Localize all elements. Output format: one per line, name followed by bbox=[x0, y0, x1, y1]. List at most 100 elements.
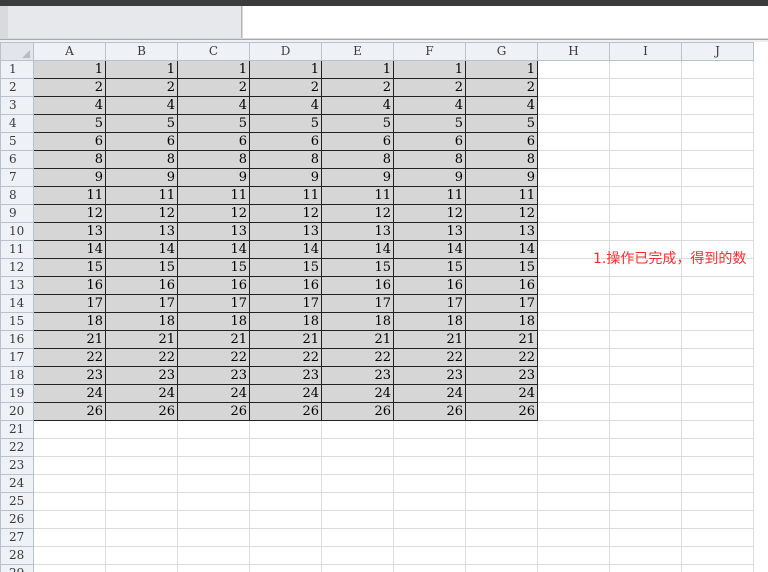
cell-a15[interactable]: 18 bbox=[33, 312, 106, 331]
cell-b20[interactable]: 26 bbox=[105, 402, 178, 421]
row-header[interactable]: 12 bbox=[0, 258, 34, 277]
cell-a17[interactable]: 22 bbox=[33, 348, 106, 367]
cell-c14[interactable]: 17 bbox=[177, 294, 250, 313]
empty-cell[interactable] bbox=[465, 456, 538, 475]
empty-cell[interactable] bbox=[681, 114, 754, 133]
empty-cell[interactable] bbox=[609, 564, 682, 572]
empty-cell[interactable] bbox=[537, 204, 610, 223]
empty-cell[interactable] bbox=[33, 438, 106, 457]
cell-f18[interactable]: 23 bbox=[393, 366, 466, 385]
empty-cell[interactable] bbox=[681, 312, 754, 331]
cell-b17[interactable]: 22 bbox=[105, 348, 178, 367]
empty-cell[interactable] bbox=[681, 474, 754, 493]
empty-cell[interactable] bbox=[609, 114, 682, 133]
cell-d13[interactable]: 16 bbox=[249, 276, 322, 295]
empty-cell[interactable] bbox=[537, 114, 610, 133]
cell-b7[interactable]: 9 bbox=[105, 168, 178, 187]
empty-cell[interactable] bbox=[537, 150, 610, 169]
cell-f20[interactable]: 26 bbox=[393, 402, 466, 421]
empty-cell[interactable] bbox=[537, 312, 610, 331]
empty-cell[interactable] bbox=[537, 510, 610, 529]
cell-b14[interactable]: 17 bbox=[105, 294, 178, 313]
cell-c15[interactable]: 18 bbox=[177, 312, 250, 331]
empty-cell[interactable] bbox=[609, 96, 682, 115]
row-header[interactable]: 10 bbox=[0, 222, 34, 241]
empty-cell[interactable] bbox=[681, 276, 754, 295]
empty-cell[interactable] bbox=[177, 474, 250, 493]
empty-cell[interactable] bbox=[33, 420, 106, 439]
cell-e17[interactable]: 22 bbox=[321, 348, 394, 367]
row-header[interactable]: 16 bbox=[0, 330, 34, 349]
row-header[interactable]: 2 bbox=[0, 78, 34, 97]
row-header[interactable]: 9 bbox=[0, 204, 34, 223]
empty-cell[interactable] bbox=[537, 438, 610, 457]
cell-a7[interactable]: 9 bbox=[33, 168, 106, 187]
empty-cell[interactable] bbox=[177, 492, 250, 511]
cell-b11[interactable]: 14 bbox=[105, 240, 178, 259]
empty-cell[interactable] bbox=[537, 546, 610, 565]
cell-a19[interactable]: 24 bbox=[33, 384, 106, 403]
empty-cell[interactable] bbox=[105, 456, 178, 475]
empty-cell[interactable] bbox=[537, 222, 610, 241]
row-header[interactable]: 8 bbox=[0, 186, 34, 205]
cell-d2[interactable]: 2 bbox=[249, 78, 322, 97]
empty-cell[interactable] bbox=[609, 168, 682, 187]
empty-cell[interactable] bbox=[249, 474, 322, 493]
empty-cell[interactable] bbox=[33, 510, 106, 529]
empty-cell[interactable] bbox=[321, 438, 394, 457]
empty-cell[interactable] bbox=[537, 474, 610, 493]
cell-c12[interactable]: 15 bbox=[177, 258, 250, 277]
row-header[interactable]: 23 bbox=[0, 456, 34, 475]
empty-cell[interactable] bbox=[609, 438, 682, 457]
cell-f14[interactable]: 17 bbox=[393, 294, 466, 313]
empty-cell[interactable] bbox=[321, 510, 394, 529]
empty-cell[interactable] bbox=[537, 294, 610, 313]
empty-cell[interactable] bbox=[681, 420, 754, 439]
empty-cell[interactable] bbox=[393, 456, 466, 475]
cell-c10[interactable]: 13 bbox=[177, 222, 250, 241]
empty-cell[interactable] bbox=[393, 564, 466, 572]
cell-g18[interactable]: 23 bbox=[465, 366, 538, 385]
column-header-j[interactable]: J bbox=[681, 42, 754, 61]
cell-e16[interactable]: 21 bbox=[321, 330, 394, 349]
empty-cell[interactable] bbox=[105, 510, 178, 529]
empty-cell[interactable] bbox=[465, 420, 538, 439]
empty-cell[interactable] bbox=[537, 456, 610, 475]
cell-g17[interactable]: 22 bbox=[465, 348, 538, 367]
row-header[interactable]: 4 bbox=[0, 114, 34, 133]
cell-a11[interactable]: 14 bbox=[33, 240, 106, 259]
empty-cell[interactable] bbox=[177, 528, 250, 547]
empty-cell[interactable] bbox=[681, 492, 754, 511]
cell-g14[interactable]: 17 bbox=[465, 294, 538, 313]
cell-c4[interactable]: 5 bbox=[177, 114, 250, 133]
cell-g11[interactable]: 14 bbox=[465, 240, 538, 259]
cell-e15[interactable]: 18 bbox=[321, 312, 394, 331]
cell-d12[interactable]: 15 bbox=[249, 258, 322, 277]
cell-d1[interactable]: 1 bbox=[249, 60, 322, 79]
cell-b16[interactable]: 21 bbox=[105, 330, 178, 349]
cell-d20[interactable]: 26 bbox=[249, 402, 322, 421]
cell-c3[interactable]: 4 bbox=[177, 96, 250, 115]
cell-e19[interactable]: 24 bbox=[321, 384, 394, 403]
cell-g8[interactable]: 11 bbox=[465, 186, 538, 205]
empty-cell[interactable] bbox=[681, 78, 754, 97]
empty-cell[interactable] bbox=[393, 492, 466, 511]
empty-cell[interactable] bbox=[609, 528, 682, 547]
cell-a2[interactable]: 2 bbox=[33, 78, 106, 97]
empty-cell[interactable] bbox=[537, 96, 610, 115]
cell-f15[interactable]: 18 bbox=[393, 312, 466, 331]
empty-cell[interactable] bbox=[609, 474, 682, 493]
column-header-g[interactable]: G bbox=[465, 42, 538, 61]
cell-c1[interactable]: 1 bbox=[177, 60, 250, 79]
cell-g1[interactable]: 1 bbox=[465, 60, 538, 79]
empty-cell[interactable] bbox=[681, 150, 754, 169]
empty-cell[interactable] bbox=[465, 492, 538, 511]
cell-d11[interactable]: 14 bbox=[249, 240, 322, 259]
empty-cell[interactable] bbox=[177, 546, 250, 565]
empty-cell[interactable] bbox=[105, 474, 178, 493]
empty-cell[interactable] bbox=[681, 528, 754, 547]
cell-f2[interactable]: 2 bbox=[393, 78, 466, 97]
empty-cell[interactable] bbox=[249, 438, 322, 457]
cell-d19[interactable]: 24 bbox=[249, 384, 322, 403]
cell-d15[interactable]: 18 bbox=[249, 312, 322, 331]
